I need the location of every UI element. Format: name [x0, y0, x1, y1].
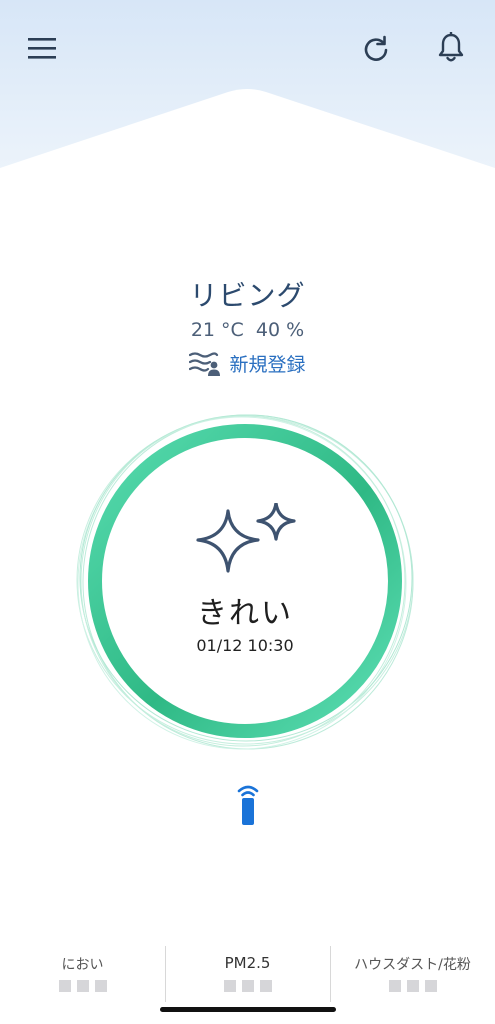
sparkle-icon	[196, 503, 296, 573]
temperature-value: 21 °C	[190, 319, 244, 341]
status-center: きれい 01/12 10:30	[72, 408, 418, 754]
level-bar	[223, 980, 236, 992]
level-bar	[58, 980, 71, 992]
level-bar	[241, 980, 254, 992]
level-bar	[424, 980, 437, 992]
metric-level-bars	[165, 980, 330, 992]
metric-odor[interactable]: におい	[0, 940, 165, 1024]
room-info: リビング 21 °C 40 % 新規登録	[0, 278, 495, 381]
menu-button[interactable]	[22, 28, 62, 68]
metric-house-dust-pollen[interactable]: ハウスダスト/花粉	[330, 940, 495, 1024]
metric-level-bars	[330, 980, 495, 992]
top-bar	[0, 0, 495, 100]
status-timestamp: 01/12 10:30	[196, 636, 294, 655]
level-bar	[406, 980, 419, 992]
bell-icon	[438, 32, 464, 62]
notification-button[interactable]	[431, 28, 471, 68]
metric-label: PM2.5	[224, 954, 271, 972]
refresh-button[interactable]	[356, 28, 396, 68]
remote-control-icon	[237, 785, 259, 825]
air-flow-person-icon	[189, 351, 221, 376]
register-label: 新規登録	[229, 354, 306, 376]
metric-label: ハウスダスト/花粉	[354, 957, 471, 973]
air-quality-ring[interactable]: きれい 01/12 10:30	[72, 408, 418, 754]
room-name[interactable]: リビング	[0, 278, 495, 314]
hamburger-menu-icon	[28, 38, 56, 59]
metric-label: におい	[61, 957, 104, 973]
refresh-icon	[364, 35, 388, 61]
air-status-label: きれい	[197, 596, 293, 631]
level-bar	[76, 980, 89, 992]
humidity-value: 40 %	[255, 319, 305, 341]
room-conditions: 21 °C 40 %	[0, 316, 495, 344]
home-indicator[interactable]	[160, 1007, 336, 1012]
metric-level-bars	[0, 980, 165, 992]
level-bar	[94, 980, 107, 992]
level-bar	[388, 980, 401, 992]
remote-control-button[interactable]	[228, 782, 268, 830]
level-bar	[259, 980, 272, 992]
register-button[interactable]: 新規登録	[189, 350, 306, 377]
